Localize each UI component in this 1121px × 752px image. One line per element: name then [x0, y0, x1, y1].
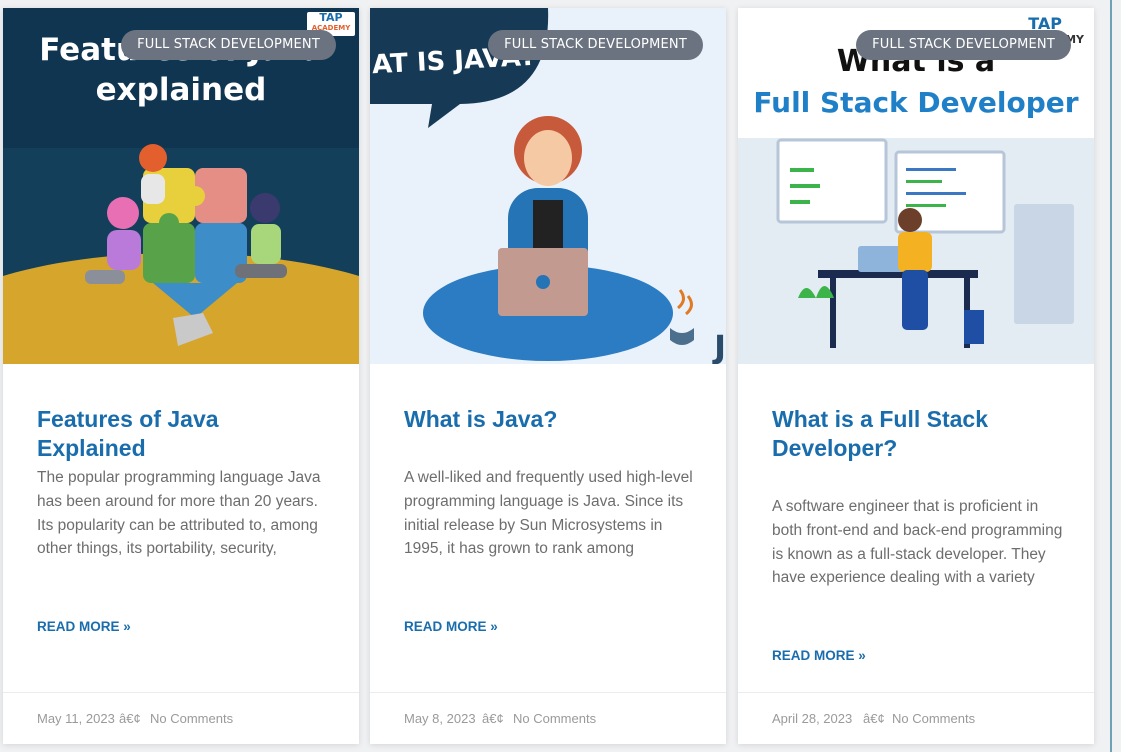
- post-date: April 28, 2023: [772, 711, 853, 726]
- category-badge[interactable]: FULL STACK DEVELOPMENT: [121, 30, 336, 60]
- post-thumbnail[interactable]: AT IS JAVA? J FULL STACK DEVELOPMENT: [370, 8, 726, 364]
- read-more-link[interactable]: READ MORE »: [772, 648, 866, 663]
- post-card: What is a Full Stack Developer TAP ACADE…: [738, 8, 1094, 744]
- post-excerpt: The popular programming language Java ha…: [37, 469, 321, 558]
- post-thumbnail[interactable]: Features of Java explained TAP ACADEMY F…: [3, 8, 359, 364]
- read-more-link[interactable]: READ MORE »: [37, 619, 131, 634]
- category-badge[interactable]: FULL STACK DEVELOPMENT: [488, 30, 703, 60]
- post-meta: May 11, 2023 â€¢ No Comments: [3, 692, 359, 744]
- comments-link[interactable]: No Comments: [892, 711, 975, 726]
- brand-logo-top: TAP: [319, 11, 343, 24]
- meta-separator: â€¢: [119, 711, 141, 726]
- meta-separator: â€¢: [863, 711, 885, 726]
- post-meta: April 28, 2023 â€¢ No Comments: [738, 692, 1094, 744]
- category-badge[interactable]: FULL STACK DEVELOPMENT: [856, 30, 1071, 60]
- comments-link[interactable]: No Comments: [150, 711, 233, 726]
- post-date: May 8, 2023: [404, 711, 476, 726]
- post-thumbnail[interactable]: What is a Full Stack Developer TAP ACADE…: [738, 8, 1094, 364]
- post-meta: May 8, 2023 â€¢ No Comments: [370, 692, 726, 744]
- meta-separator: â€¢: [482, 711, 504, 726]
- image-headline-line-2: Full Stack Developer: [753, 86, 1079, 119]
- post-excerpt: A software engineer that is proficient i…: [772, 498, 1063, 587]
- post-excerpt: A well-liked and frequently used high-le…: [404, 469, 693, 558]
- image-headline-line-2: explained: [95, 72, 267, 108]
- post-title[interactable]: What is a Full Stack Developer?: [772, 405, 1064, 463]
- comments-link[interactable]: No Comments: [513, 711, 596, 726]
- post-date: May 11, 2023: [37, 711, 115, 726]
- post-title[interactable]: What is Java?: [404, 405, 696, 434]
- post-card: Features of Java explained TAP ACADEMY F…: [3, 8, 359, 744]
- post-title[interactable]: Features of Java Explained: [37, 405, 329, 463]
- java-logo-letter: J: [714, 328, 726, 364]
- content-edge-rule: [1110, 0, 1112, 752]
- post-card: AT IS JAVA? J FULL STACK DEVELOPMENT Wha…: [370, 8, 726, 744]
- read-more-link[interactable]: READ MORE »: [404, 619, 498, 634]
